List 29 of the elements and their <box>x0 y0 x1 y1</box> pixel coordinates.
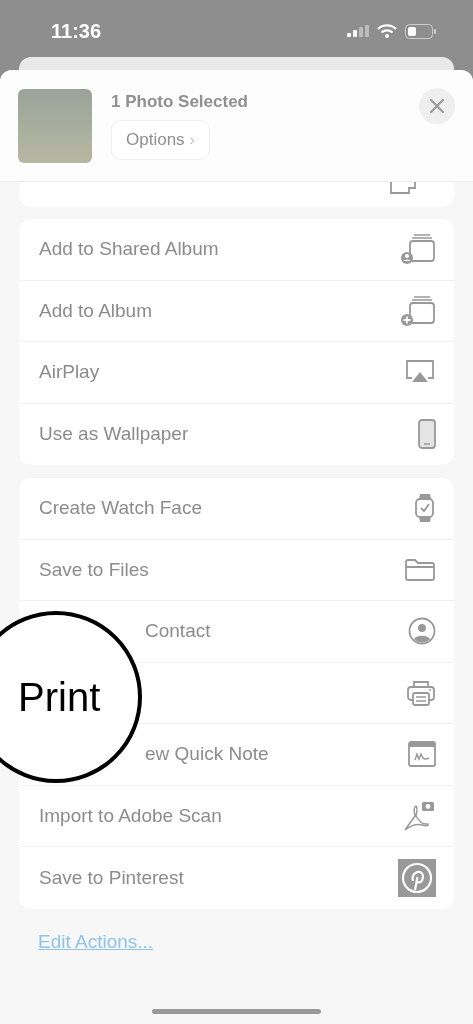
wifi-icon <box>377 24 397 38</box>
action-label[interactable]: Save to Files <box>39 558 149 581</box>
status-time: 11:36 <box>51 19 102 43</box>
action-label[interactable]: Create Watch Face <box>39 497 202 520</box>
action-label[interactable]: Contact <box>145 620 211 643</box>
close-icon <box>429 98 445 114</box>
close-button[interactable] <box>419 88 455 124</box>
action-label[interactable]: Import to Adobe Scan <box>39 804 222 827</box>
action-label[interactable]: Add to Shared Album <box>39 238 219 261</box>
pinterest-icon <box>398 858 436 897</box>
options-button[interactable]: Options › <box>111 119 210 160</box>
album-add-icon <box>400 294 436 327</box>
printer-icon <box>406 678 436 707</box>
action-label[interactable]: AirPlay <box>39 361 100 384</box>
signal-icon <box>347 25 369 37</box>
shared-album-icon <box>400 233 436 266</box>
action-label[interactable]: Use as Wallpaper <box>39 423 189 446</box>
action-label[interactable]: Add to Album <box>39 299 153 322</box>
action-label[interactable]: ew Quick Note <box>145 743 269 766</box>
sheet-title: 1 Photo Selected <box>111 91 248 112</box>
edit-actions-link[interactable]: Edit Actions... <box>38 930 154 953</box>
note-icon <box>408 741 436 768</box>
battery-icon <box>405 23 437 39</box>
contact-icon <box>408 617 436 646</box>
watch-icon <box>414 493 436 524</box>
folder-icon <box>404 557 436 582</box>
magnified-label: Print <box>18 674 101 720</box>
phone-icon <box>418 419 436 450</box>
action-label[interactable]: Save to Pinterest <box>39 866 184 889</box>
